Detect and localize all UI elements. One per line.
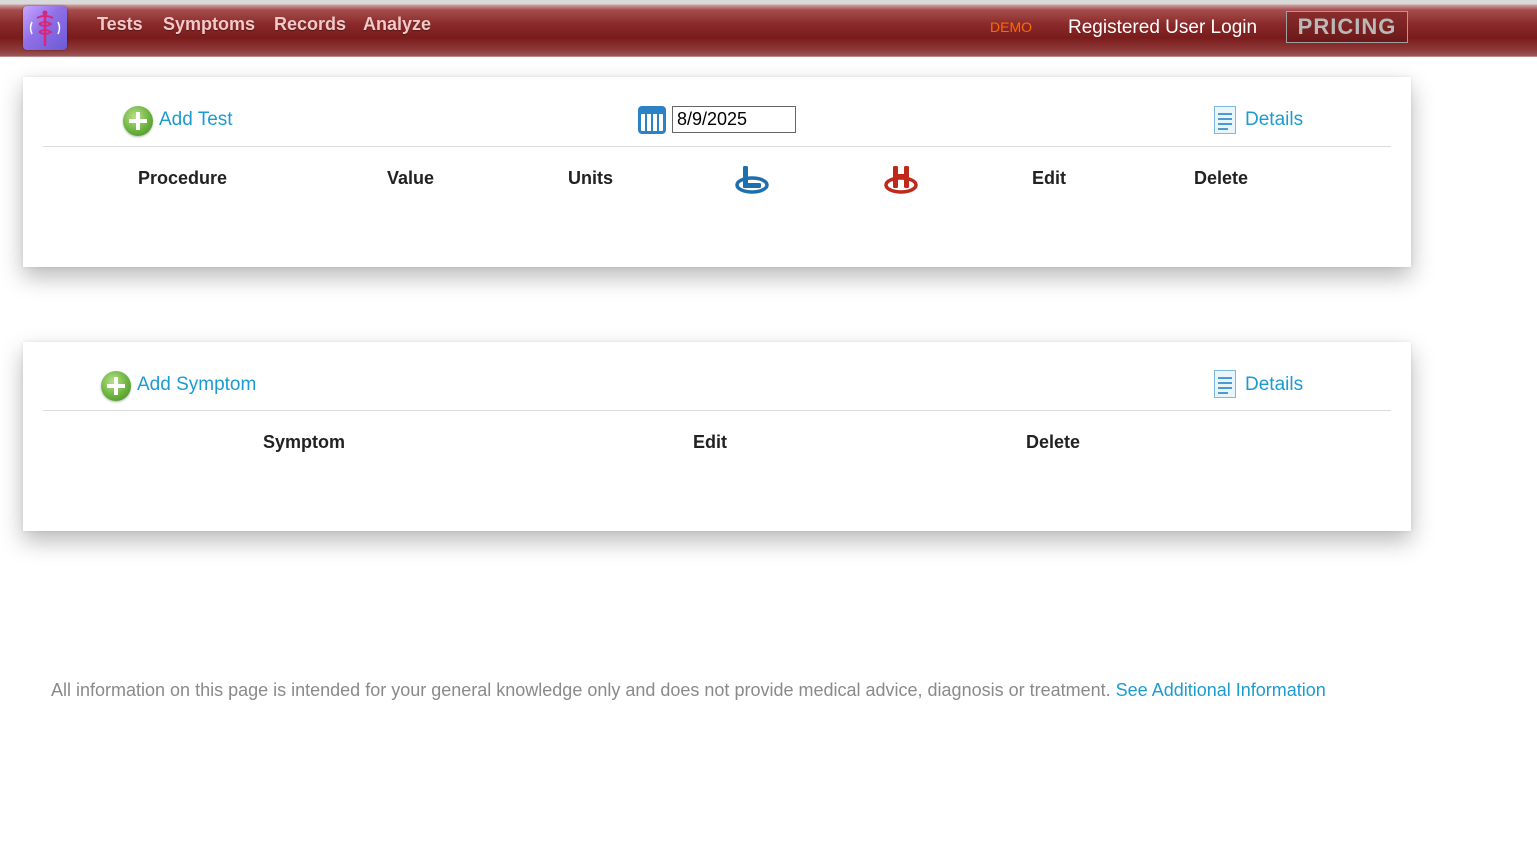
additional-information-link[interactable]: See Additional Information	[1116, 680, 1326, 700]
nav-analyze[interactable]: Analyze	[363, 14, 431, 35]
caduceus-logo-icon[interactable]	[23, 6, 67, 50]
details-document-icon[interactable]	[1214, 106, 1236, 134]
disclaimer-text: All information on this page is intended…	[51, 680, 1111, 700]
registered-user-login-link[interactable]: Registered User Login	[1068, 17, 1257, 39]
column-header-value: Value	[387, 168, 435, 188]
nav-symptoms[interactable]: Symptoms	[163, 14, 255, 35]
calendar-icon[interactable]	[638, 106, 666, 134]
add-symptom-icon[interactable]	[101, 371, 131, 401]
column-header-units: Units	[568, 168, 613, 188]
column-header-procedure: Procedure	[138, 168, 228, 188]
symptoms-details-link[interactable]: Details	[1245, 374, 1303, 396]
tests-header-divider	[43, 146, 1391, 147]
nav-records[interactable]: Records	[274, 14, 346, 35]
column-header-delete: Delete	[1026, 432, 1081, 452]
pricing-button[interactable]: PRICING	[1286, 11, 1408, 43]
low-value-icon	[735, 163, 769, 200]
top-nav-bar: Tests Symptoms Records Analyze DEMO Regi…	[0, 0, 1537, 57]
column-header-symptom: Symptom	[263, 432, 346, 452]
symptoms-panel: Add Symptom Details Symptom Edit Delete	[23, 342, 1411, 531]
high-value-icon	[884, 163, 918, 200]
column-header-delete: Delete	[1194, 168, 1249, 188]
column-header-edit: Edit	[693, 432, 727, 452]
tests-details-link[interactable]: Details	[1245, 109, 1303, 131]
tests-panel: Add Test Details Procedure Value Units E…	[23, 77, 1411, 267]
column-header-edit: Edit	[1032, 168, 1066, 188]
nav-tests[interactable]: Tests	[97, 14, 143, 35]
medical-disclaimer: All information on this page is intended…	[51, 680, 1326, 701]
test-date-input[interactable]	[672, 106, 796, 133]
add-symptom-link[interactable]: Add Symptom	[137, 374, 256, 396]
add-test-icon[interactable]	[123, 106, 153, 136]
add-test-link[interactable]: Add Test	[159, 109, 233, 131]
demo-badge: DEMO	[990, 19, 1032, 35]
details-document-icon[interactable]	[1214, 370, 1236, 398]
symptoms-header-divider	[43, 410, 1391, 411]
